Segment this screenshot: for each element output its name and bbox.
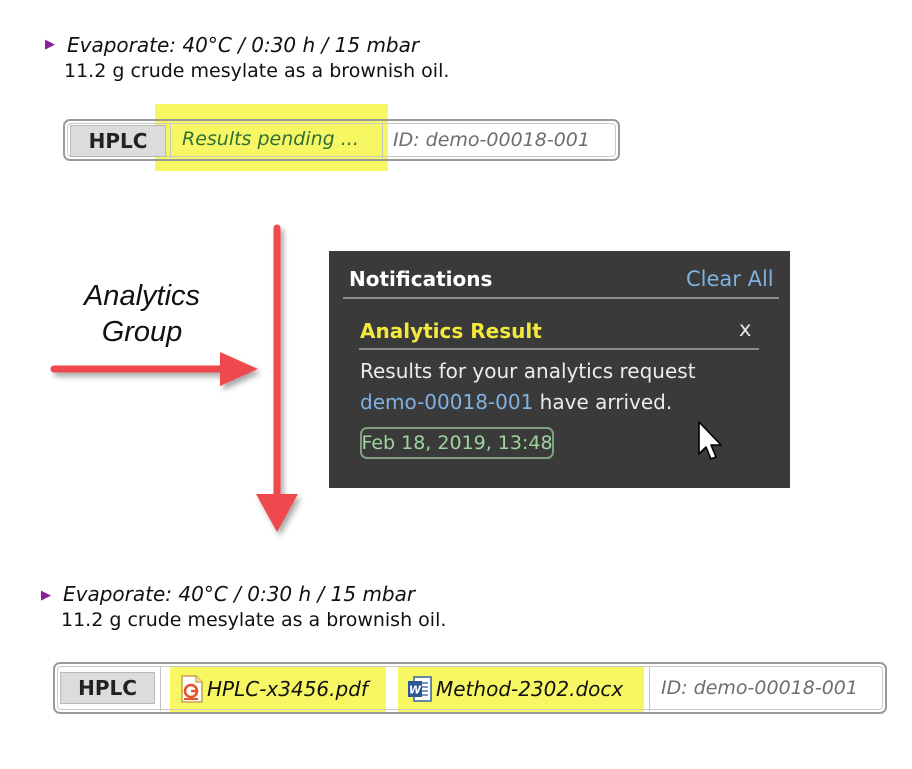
notifications-panel: Notifications Clear All Analytics Result… [329, 251, 790, 488]
notification-message-line1: Results for your analytics request [360, 359, 696, 383]
pdf-file-icon [181, 675, 203, 703]
file-link-pdf[interactable]: HPLC-x3456.pdf [180, 675, 368, 703]
notification-timestamp: Feb 18, 2019, 13:48 [360, 427, 554, 459]
vertical-arrow-icon [256, 224, 298, 532]
clear-all-link[interactable]: Clear All [686, 267, 774, 291]
step-description: 11.2 g crude mesylate as a brownish oil. [61, 609, 447, 631]
divider [160, 666, 161, 711]
horizontal-arrow-icon [50, 352, 258, 386]
hplc-method-label[interactable]: HPLC [60, 672, 155, 704]
close-notification-button[interactable]: x [739, 317, 751, 341]
step-marker-icon: ▶ [41, 588, 51, 603]
docx-file-name[interactable]: Method-2302.docx [436, 677, 623, 701]
header-divider [343, 297, 779, 299]
pdf-file-name[interactable]: HPLC-x3456.pdf [207, 677, 368, 701]
analytics-id: ID: demo-00018-001 [661, 677, 858, 699]
file-link-docx[interactable]: W Method-2302.docx [407, 675, 623, 703]
mouse-pointer-icon [698, 421, 722, 460]
step-title: Evaporate: 40°C / 0:30 h / 15 mbar [63, 582, 416, 606]
notification-card-title: Analytics Result [360, 319, 542, 343]
notification-message-line2: demo-00018-001 have arrived. [360, 390, 672, 414]
divider [649, 666, 650, 711]
message-rest: have arrived. [533, 390, 673, 414]
svg-text:W: W [409, 684, 422, 697]
analytics-request-link[interactable]: demo-00018-001 [360, 390, 533, 414]
word-file-icon: W [408, 676, 432, 702]
notifications-title: Notifications [349, 267, 493, 291]
card-divider [359, 348, 759, 350]
